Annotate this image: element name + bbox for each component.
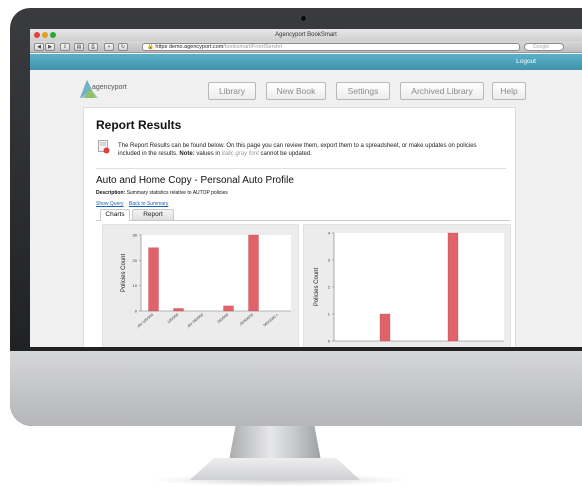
reload-icon[interactable]: ↻	[118, 43, 128, 51]
imac-stand-foot	[190, 458, 360, 480]
nav-help-button[interactable]: Help	[492, 82, 526, 100]
minimize-window-button[interactable]	[42, 32, 48, 38]
notice-note-italic: italic gray font	[221, 150, 259, 157]
x-tick-label: ..00/500/50	[238, 313, 254, 328]
search-input[interactable]: Google	[524, 43, 564, 51]
nav-new-book-button[interactable]: New Book	[266, 82, 326, 100]
policies-count-chart-2: 0 1 2 3 4 Policies Count	[314, 231, 504, 344]
logo-text: agencyport	[92, 84, 127, 91]
bar	[148, 247, 159, 312]
report-title: Auto and Home Copy - Personal Auto Profi…	[96, 175, 294, 186]
plot-area	[334, 233, 504, 341]
x-tick-label: 250/500	[217, 313, 230, 324]
bar	[173, 308, 184, 312]
y-axis-label: Policies Count	[314, 267, 320, 306]
x-tick-label: ..der 250/500	[185, 313, 204, 330]
y-tick-label: 3	[328, 258, 331, 263]
y-tick-label: 30	[133, 233, 138, 238]
url-scheme: https	[155, 44, 168, 50]
report-description: Description: Summary statistics relative…	[96, 190, 228, 196]
report-links: Show Query Back to Summary	[96, 201, 172, 207]
y-tick-label: 0	[328, 339, 331, 344]
search-placeholder: Google	[533, 44, 550, 50]
plot-area	[141, 235, 291, 311]
nav-settings-button[interactable]: Settings	[336, 82, 390, 100]
notice-note-pre: values in	[196, 150, 221, 157]
tab-report[interactable]: Report	[132, 209, 174, 220]
close-window-button[interactable]	[34, 32, 40, 38]
y-tick-label: 1	[328, 312, 331, 317]
policies-count-chart-1: 0 10 20 30 Policies Count ..der 100/300 100/30…	[121, 233, 291, 330]
y-tick-label: 20	[133, 258, 138, 263]
tab-underline	[96, 220, 510, 221]
url-path: /booksmart/FrontServlet	[223, 44, 282, 50]
lock-icon: 🔒	[147, 44, 154, 50]
bar	[447, 232, 459, 342]
notice-text: The Report Results can be found below. O…	[118, 143, 498, 158]
chart-left: 0 10 20 30 Policies Count ..der 100/300 100/30…	[102, 224, 299, 347]
report-panel: Report Results The Report Results can be…	[83, 107, 516, 347]
x-tick-label: 500/1000 +	[263, 313, 279, 328]
y-tick-label: 2	[328, 285, 331, 290]
imac-chin	[10, 351, 582, 426]
report-document-icon	[98, 140, 110, 154]
x-tick-label: 100/300	[167, 313, 180, 324]
app-header-bar: Logout	[30, 54, 582, 70]
notice-note-post: cannot be updated.	[260, 150, 312, 157]
x-tick-label: ..der 100/300	[135, 313, 154, 330]
add-bookmark-button[interactable]: +	[104, 43, 114, 51]
divider	[96, 168, 506, 169]
page-title: Report Results	[96, 118, 182, 132]
nav-archived-library-button[interactable]: Archived Library	[400, 82, 484, 100]
bar	[223, 305, 234, 312]
logout-link[interactable]: Logout	[516, 54, 536, 70]
bar	[379, 313, 391, 342]
y-tick-label: 10	[133, 283, 138, 288]
tab-charts[interactable]: Charts	[100, 209, 130, 221]
show-query-link[interactable]: Show Query	[96, 201, 124, 207]
description-label: Description:	[96, 190, 126, 196]
forward-button[interactable]: ▶	[45, 43, 55, 51]
bar	[248, 234, 259, 312]
back-to-summary-link[interactable]: Back to Summary	[129, 201, 168, 207]
screen: Agencyport BookSmart ◀ ▶ ⇪ ▤ ⎙ + ↻ 🔒 htt…	[30, 29, 582, 347]
notice-note-label: Note:	[179, 150, 195, 157]
url-bar[interactable]: 🔒 https demo.agencyport.com/booksmart/Fr…	[142, 43, 520, 51]
y-tick-label: 4	[328, 231, 331, 236]
camera-dot	[301, 16, 306, 21]
window-titlebar: Agencyport BookSmart	[30, 29, 582, 41]
maximize-window-button[interactable]	[50, 32, 56, 38]
print-icon[interactable]: ⎙	[88, 43, 98, 51]
y-tick-label: 0	[135, 309, 138, 314]
description-text: Summary statistics relative to AUTOP pol…	[126, 190, 228, 196]
share-icon[interactable]: ⇪	[60, 43, 70, 51]
window-title: Agencyport BookSmart	[275, 32, 337, 38]
bookmarks-icon[interactable]: ▤	[74, 43, 84, 51]
url-host: demo.agencyport.com	[168, 44, 224, 50]
y-axis-label: Policies Count	[121, 253, 127, 292]
chart-right: 0 1 2 3 4 Policies Count	[303, 224, 511, 347]
page-body: agencyport Library New Book Settings Arc…	[30, 70, 582, 347]
nav-library-button[interactable]: Library	[208, 82, 256, 100]
back-button[interactable]: ◀	[34, 43, 44, 51]
browser-toolbar: ◀ ▶ ⇪ ▤ ⎙ + ↻ 🔒 https demo.agencyport.co…	[30, 41, 582, 53]
